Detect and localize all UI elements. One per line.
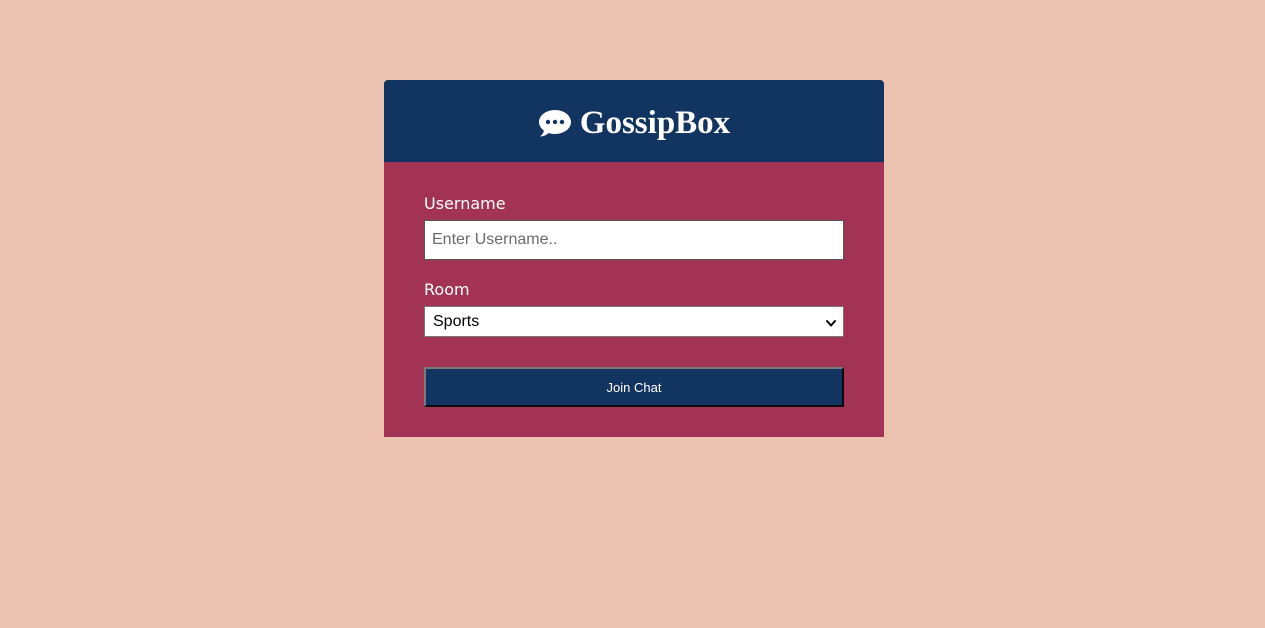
room-select-value: Sports bbox=[433, 312, 480, 330]
room-select[interactable]: Sports bbox=[424, 306, 844, 337]
join-chat-button[interactable]: Join Chat bbox=[424, 367, 844, 407]
join-header: GossipBox bbox=[384, 80, 884, 162]
room-control: Room Sports bbox=[424, 280, 844, 337]
app-title: GossipBox bbox=[579, 104, 731, 141]
username-control: Username bbox=[424, 194, 844, 260]
join-container: GossipBox Username Room Sports Join Chat bbox=[384, 80, 884, 437]
join-form-panel: Username Room Sports Join Chat bbox=[384, 162, 884, 437]
room-label: Room bbox=[424, 280, 470, 299]
chat-bubble-icon bbox=[538, 108, 572, 138]
username-input[interactable] bbox=[424, 220, 844, 260]
chevron-down-icon bbox=[825, 316, 837, 328]
username-label: Username bbox=[424, 194, 506, 213]
